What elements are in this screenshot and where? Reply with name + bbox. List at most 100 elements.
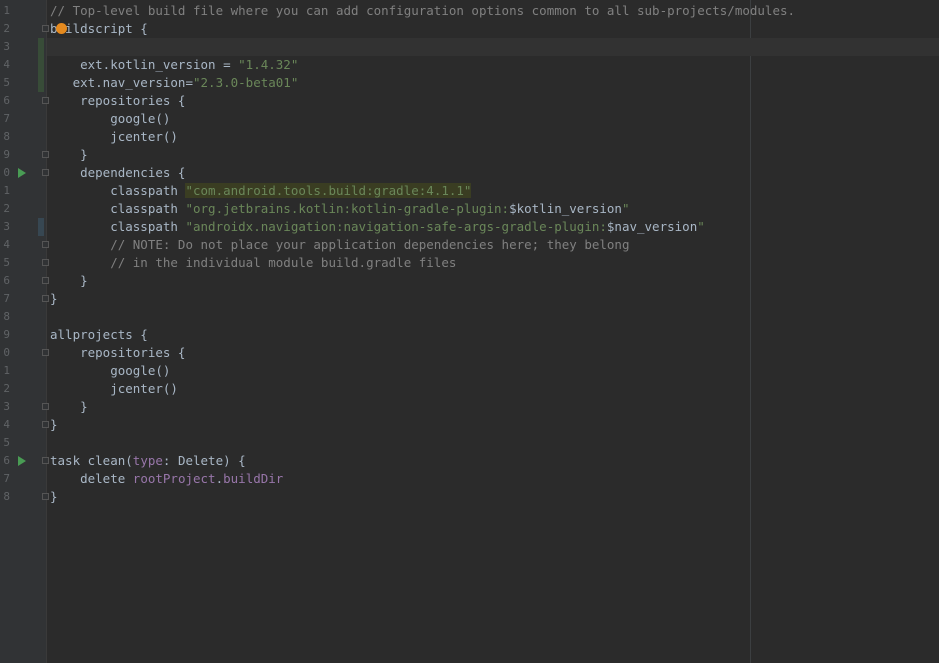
- code-line[interactable]: 7 google(): [0, 110, 939, 128]
- code-token: ext.nav_version=: [50, 75, 193, 90]
- code-text[interactable]: }: [50, 272, 88, 290]
- code-line[interactable]: 3 }: [0, 398, 939, 416]
- code-line[interactable]: 6 task clean(type: Delete) {: [0, 452, 939, 470]
- fold-marker-icon[interactable]: [42, 421, 49, 428]
- code-line[interactable]: 8 }: [0, 488, 939, 506]
- code-token: classpath: [50, 201, 186, 216]
- code-text[interactable]: repositories {: [50, 344, 185, 362]
- code-named-argument: type: [132, 453, 163, 468]
- code-text[interactable]: google(): [50, 362, 170, 380]
- code-string: "org.jetbrains.kotlin:kotlin-gradle-plug…: [185, 201, 510, 216]
- code-line[interactable]: 9 }: [0, 146, 939, 164]
- code-property: rootProject: [132, 471, 216, 486]
- line-number: 5: [3, 76, 10, 89]
- line-number: 0: [3, 346, 10, 359]
- code-line[interactable]: 5 // in the individual module build.grad…: [0, 254, 939, 272]
- fold-marker-icon[interactable]: [42, 169, 49, 176]
- line-number: 3: [3, 400, 10, 413]
- fold-marker-icon[interactable]: [42, 493, 49, 500]
- line-number: 2: [3, 22, 10, 35]
- line-number: 5: [3, 256, 10, 269]
- run-gutter-icon[interactable]: [18, 168, 26, 178]
- code-line[interactable]: 0 dependencies {: [0, 164, 939, 182]
- code-string: ": [621, 201, 630, 216]
- code-line[interactable]: 8 jcenter(): [0, 128, 939, 146]
- code-string: "2.3.0-beta01": [193, 75, 299, 90]
- code-comment[interactable]: // in the individual module build.gradle…: [50, 254, 456, 272]
- code-line[interactable]: 7 }: [0, 290, 939, 308]
- code-text[interactable]: delete rootProject.buildDir: [50, 470, 283, 488]
- code-line[interactable]: 2 jcenter(): [0, 380, 939, 398]
- code-text[interactable]: dependencies {: [50, 164, 185, 182]
- code-line[interactable]: 6 }: [0, 272, 939, 290]
- code-text[interactable]: classpath "androidx.navigation:navigatio…: [50, 218, 705, 236]
- fold-marker-icon[interactable]: [42, 151, 49, 158]
- code-line[interactable]: 5 ext.nav_version="2.3.0-beta01": [0, 74, 939, 92]
- code-line[interactable]: 7 delete rootProject.buildDir: [0, 470, 939, 488]
- code-comment[interactable]: // NOTE: Do not place your application d…: [50, 236, 629, 254]
- code-text[interactable]: }: [50, 398, 88, 416]
- code-text[interactable]: ext.kotlin_version = "1.4.32": [50, 56, 298, 74]
- code-string: "androidx.navigation:navigation-safe-arg…: [185, 219, 607, 234]
- fold-marker-icon[interactable]: [42, 457, 49, 464]
- code-variable: $nav_version: [606, 219, 698, 234]
- vcs-change-marker[interactable]: [38, 218, 44, 236]
- line-number: 6: [3, 274, 10, 287]
- code-text[interactable]: task clean(type: Delete) {: [50, 452, 246, 470]
- code-line[interactable]: 5: [0, 434, 939, 452]
- code-line[interactable]: 0 repositories {: [0, 344, 939, 362]
- fold-marker-icon[interactable]: [42, 259, 49, 266]
- code-line[interactable]: 2 classpath "org.jetbrains.kotlin:kotlin…: [0, 200, 939, 218]
- code-text[interactable]: ext.nav_version="2.3.0-beta01": [50, 74, 299, 92]
- line-number: 6: [3, 94, 10, 107]
- vcs-change-marker[interactable]: [38, 38, 44, 56]
- vcs-change-marker[interactable]: [38, 56, 44, 74]
- code-text[interactable]: jcenter(): [50, 128, 178, 146]
- code-editor[interactable]: 1 // Top-level build file where you can …: [0, 0, 939, 663]
- code-line[interactable]: 8: [0, 308, 939, 326]
- code-token: .: [215, 471, 224, 486]
- code-text[interactable]: }: [50, 290, 58, 308]
- line-number: 3: [3, 220, 10, 233]
- fold-marker-icon[interactable]: [42, 295, 49, 302]
- line-number: 8: [3, 490, 10, 503]
- code-text[interactable]: classpath "com.android.tools.build:gradl…: [50, 182, 472, 200]
- fold-marker-icon[interactable]: [42, 25, 49, 32]
- code-line[interactable]: 2 buildscript {: [0, 20, 939, 38]
- code-line[interactable]: 4 }: [0, 416, 939, 434]
- code-text[interactable]: google(): [50, 110, 170, 128]
- bulb-icon[interactable]: [56, 23, 67, 34]
- code-text[interactable]: }: [50, 146, 88, 164]
- code-line[interactable]: 3 classpath "androidx.navigation:navigat…: [0, 218, 939, 236]
- code-line[interactable]: 4 ext.kotlin_version = "1.4.32": [0, 56, 939, 74]
- code-line[interactable]: 6 repositories {: [0, 92, 939, 110]
- vcs-change-marker[interactable]: [38, 74, 44, 92]
- code-text[interactable]: jcenter(): [50, 380, 178, 398]
- line-number: 2: [3, 382, 10, 395]
- code-text[interactable]: classpath "org.jetbrains.kotlin:kotlin-g…: [50, 200, 630, 218]
- line-number: 7: [3, 472, 10, 485]
- line-number: 9: [3, 148, 10, 161]
- code-line[interactable]: 1 google(): [0, 362, 939, 380]
- code-comment[interactable]: // Top-level build file where you can ad…: [50, 2, 795, 20]
- code-line[interactable]: 3: [0, 38, 939, 56]
- code-text[interactable]: }: [50, 416, 58, 434]
- fold-marker-icon[interactable]: [42, 349, 49, 356]
- fold-marker-icon[interactable]: [42, 277, 49, 284]
- line-number: 0: [3, 166, 10, 179]
- code-line[interactable]: 9 allprojects {: [0, 326, 939, 344]
- fold-marker-icon[interactable]: [42, 403, 49, 410]
- line-number: 4: [3, 238, 10, 251]
- code-text[interactable]: repositories {: [50, 92, 185, 110]
- code-line[interactable]: 4 // NOTE: Do not place your application…: [0, 236, 939, 254]
- code-string: ": [697, 219, 705, 234]
- code-token: task clean(: [50, 453, 133, 468]
- fold-marker-icon[interactable]: [42, 97, 49, 104]
- code-line[interactable]: 1 // Top-level build file where you can …: [0, 2, 939, 20]
- fold-marker-icon[interactable]: [42, 241, 49, 248]
- code-text[interactable]: }: [50, 488, 58, 506]
- line-number: 1: [3, 4, 10, 17]
- code-text[interactable]: allprojects {: [50, 326, 148, 344]
- run-gutter-icon[interactable]: [18, 456, 26, 466]
- code-line[interactable]: 1 classpath "com.android.tools.build:gra…: [0, 182, 939, 200]
